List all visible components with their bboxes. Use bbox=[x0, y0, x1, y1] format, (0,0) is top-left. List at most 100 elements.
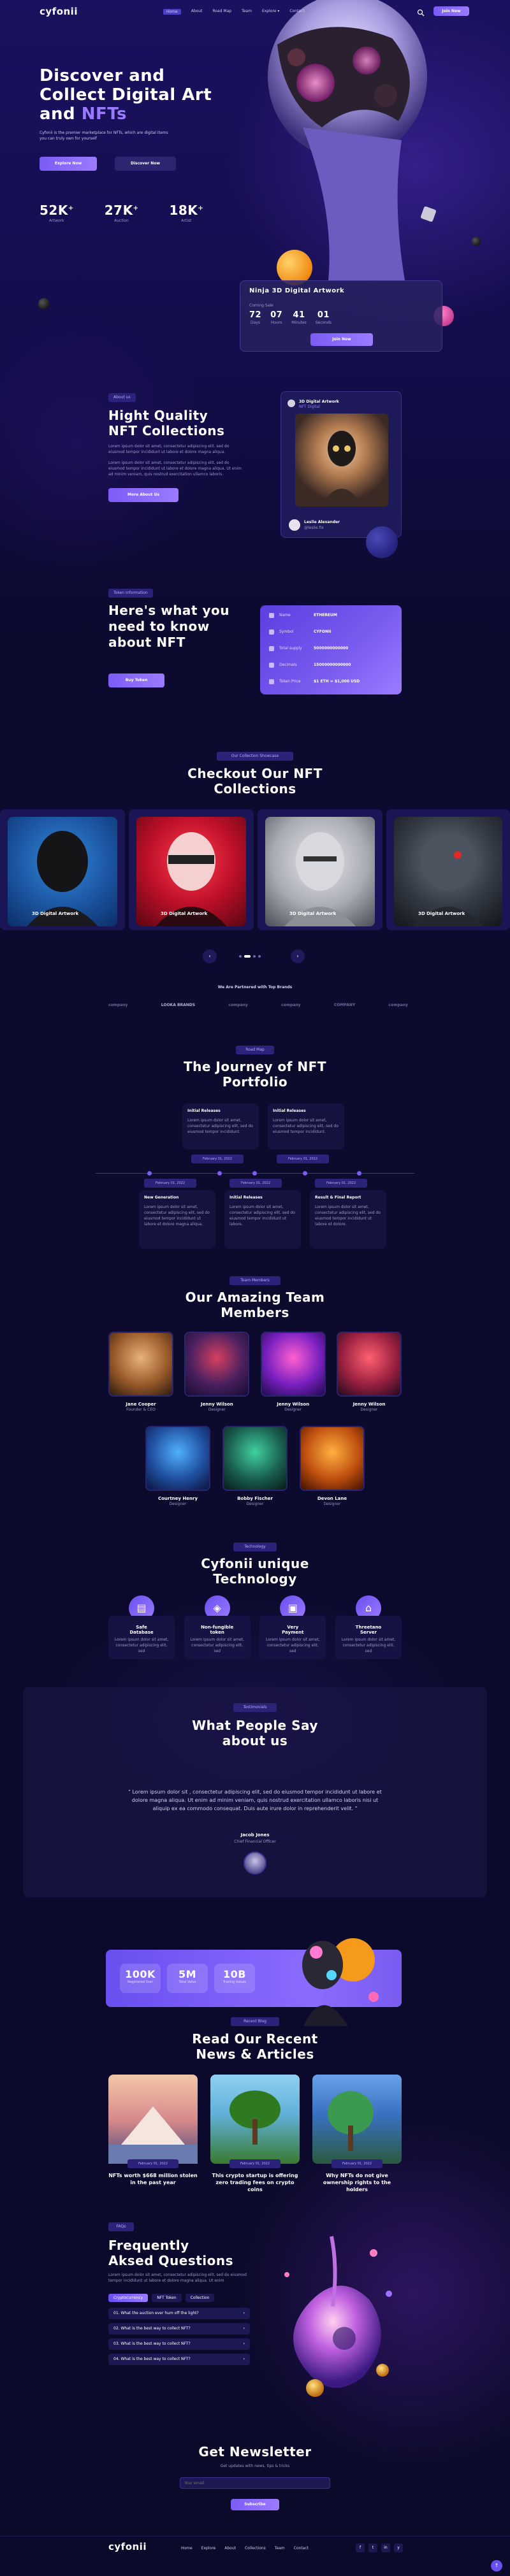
footer-link-about[interactable]: About bbox=[224, 2546, 236, 2551]
twitter-icon[interactable]: t bbox=[368, 2544, 377, 2552]
collection-card[interactable]: 3D Digital Artwork bbox=[129, 809, 254, 930]
brand-logo[interactable]: cyfonii bbox=[40, 6, 78, 17]
scroll-to-top-button[interactable]: ↑ bbox=[491, 2560, 502, 2572]
member-role: Designer bbox=[246, 1502, 264, 1506]
tech-item-desc: Lorem ipsum dolor sit amet, consectetur … bbox=[341, 1637, 396, 1653]
tab-cryptocurrency[interactable]: Cryptocurrency bbox=[108, 2294, 149, 2302]
blog-post[interactable]: February 01, 2022 This crypto startup is… bbox=[210, 2075, 300, 2193]
timer-value: 72 bbox=[249, 310, 262, 320]
timer-label: Minutes bbox=[291, 320, 307, 325]
faq-item[interactable]: 01. What the auction ever hum off the li… bbox=[108, 2308, 250, 2319]
timeline-dot bbox=[357, 1171, 361, 1176]
token-row-key: Decimals bbox=[279, 663, 297, 667]
faq-item[interactable]: 03. What is the best way to collect NFT?… bbox=[108, 2338, 250, 2350]
blog-post-title[interactable]: NFTs worth $668 million stolen in the pa… bbox=[108, 2172, 198, 2186]
auction-join-button[interactable]: Join Now bbox=[310, 333, 373, 346]
footer-link-contact[interactable]: Contact bbox=[294, 2546, 309, 2551]
token-row-key: Name bbox=[279, 613, 291, 617]
carousel-prev-button[interactable]: ‹ bbox=[203, 949, 217, 963]
partner-logo: company bbox=[281, 1003, 301, 1007]
carousel-dot[interactable] bbox=[253, 955, 256, 958]
chevron-right-icon: › bbox=[243, 2342, 245, 2346]
blog-post[interactable]: February 01, 2022 Why NFTs do not give o… bbox=[312, 2075, 402, 2193]
team-member[interactable]: Devon Lane Designer bbox=[300, 1426, 365, 1507]
blog-post-image bbox=[210, 2075, 300, 2164]
faq-pill: FAQs bbox=[108, 2222, 134, 2231]
tab-collection[interactable]: Collection bbox=[185, 2294, 215, 2302]
explore-now-button[interactable]: Explore Now bbox=[40, 157, 97, 171]
carousel-dot[interactable] bbox=[258, 955, 261, 958]
nav-home[interactable]: Home bbox=[163, 9, 181, 15]
blog-post[interactable]: February 01, 2022 NFTs worth $668 millio… bbox=[108, 2075, 198, 2193]
linkedin-icon[interactable]: in bbox=[381, 2544, 390, 2552]
tab-nft-token[interactable]: NFT Token bbox=[152, 2294, 182, 2302]
roadmap-title-line2: Portfolio bbox=[222, 1074, 288, 1090]
roadmap-item-title: Result & Final Report bbox=[315, 1195, 361, 1200]
collection-card[interactable]: 3D Digital Artwork bbox=[386, 809, 510, 930]
partner-logos: company LOOKA BRANDS company company COM… bbox=[108, 1003, 408, 1007]
token-row-key: Total supply bbox=[279, 646, 302, 651]
counter-value: 10B bbox=[223, 1968, 246, 1980]
footer-link-explore[interactable]: Explore bbox=[201, 2546, 216, 2551]
blog-post-title[interactable]: This crypto startup is offering zero tra… bbox=[210, 2172, 300, 2193]
nav-contact[interactable]: Contact bbox=[289, 9, 304, 15]
main-nav: Home About Road Map Team Explore ▾ Conta… bbox=[163, 9, 305, 15]
testimonial-name: Jacob Jones bbox=[240, 1832, 270, 1838]
blog-post-date: February 01, 2022 bbox=[127, 2159, 178, 2168]
roadmap-title-line1: The Journey of NFT bbox=[184, 1059, 326, 1074]
faq-item[interactable]: 02. What is the best way to collect NFT?… bbox=[108, 2323, 250, 2335]
footer-link-collections[interactable]: Collections bbox=[245, 2546, 266, 2551]
tech-item-title: Very bbox=[287, 1625, 299, 1630]
counter-label: Trading Values bbox=[222, 1980, 247, 1984]
tech-item: ⌂ Threetano Server Lorem ipsum dolor sit… bbox=[335, 1595, 402, 1659]
buy-token-button[interactable]: Buy Token bbox=[108, 673, 164, 687]
team-member[interactable]: Jenny Wilson Designer bbox=[260, 1332, 326, 1413]
team-member[interactable]: Jenny Wilson Designer bbox=[184, 1332, 250, 1413]
carousel-next-button[interactable]: › bbox=[291, 949, 305, 963]
team-member[interactable]: Jane Cooper Founder & CEO bbox=[108, 1332, 173, 1413]
about-paragraph-2: Lorem ipsum dolor sit amet, consectetur … bbox=[108, 461, 242, 477]
member-name: Bobby Fischer bbox=[237, 1496, 273, 1501]
youtube-icon[interactable]: y bbox=[394, 2544, 403, 2552]
newsletter-email-input[interactable] bbox=[184, 2479, 280, 2487]
team-member[interactable]: Bobby Fischer Designer bbox=[222, 1426, 288, 1507]
creator-avatar bbox=[289, 519, 300, 531]
hero-auction-card: Ninja 3D Digital Artwork Coming Sale 72 D… bbox=[240, 280, 442, 352]
team-member[interactable]: Courtney Henry Designer bbox=[145, 1426, 210, 1507]
roadmap-item-desc: Lorem ipsum dolor sit amet, consectetur … bbox=[144, 1205, 210, 1227]
carousel-dot[interactable] bbox=[244, 955, 251, 958]
faq-item[interactable]: 04. What is the best way to collect NFT?… bbox=[108, 2354, 250, 2365]
roadmap-date: February 01, 2022 bbox=[277, 1155, 329, 1163]
blog-post-title[interactable]: Why NFTs do not give ownership rights to… bbox=[312, 2172, 402, 2193]
nav-roadmap[interactable]: Road Map bbox=[212, 9, 231, 15]
facebook-icon[interactable]: f bbox=[356, 2544, 365, 2552]
discover-now-button[interactable]: Discover Now bbox=[115, 157, 176, 171]
carousel-dot[interactable] bbox=[239, 955, 242, 958]
info-title-line2: need to know bbox=[108, 619, 210, 634]
countdown-timer: 72 Days 07 Hours 41 Minutes 01 Seconds bbox=[249, 310, 332, 326]
more-about-button[interactable]: More About Us bbox=[108, 488, 178, 502]
collection-card[interactable]: 3D Digital Artwork bbox=[258, 809, 382, 930]
subscribe-button[interactable]: Subscribe bbox=[231, 2499, 279, 2510]
team-member[interactable]: Jenny Wilson Designer bbox=[336, 1332, 402, 1413]
member-name: Jenny Wilson bbox=[200, 1402, 233, 1407]
tech-item: ▤ Safe Database Lorem ipsum dolor sit am… bbox=[108, 1595, 175, 1659]
token-row: Name ETHEREUM bbox=[269, 613, 337, 618]
timeline-dot bbox=[217, 1171, 222, 1176]
collection-card[interactable]: 3D Digital Artwork bbox=[0, 809, 125, 930]
member-photo bbox=[145, 1426, 210, 1491]
member-role: Designer bbox=[284, 1407, 302, 1412]
nav-about[interactable]: About bbox=[191, 9, 203, 15]
footer-link-home[interactable]: Home bbox=[181, 2546, 193, 2551]
stat-value: 27K bbox=[104, 203, 133, 218]
join-now-button[interactable]: Join Now bbox=[433, 6, 469, 16]
footer-link-team[interactable]: Team bbox=[275, 2546, 285, 2551]
nav-team[interactable]: Team bbox=[242, 9, 252, 15]
search-icon[interactable] bbox=[417, 7, 425, 17]
nav-explore[interactable]: Explore ▾ bbox=[262, 9, 279, 15]
tech-item-card: Threetano Server Lorem ipsum dolor sit a… bbox=[335, 1616, 402, 1659]
token-row-value: CYFONII bbox=[314, 630, 332, 634]
partners-title: We Are Partnered with Top Brands bbox=[217, 985, 293, 989]
footer-logo[interactable]: cyfonii bbox=[108, 2541, 147, 2552]
roadmap-date: February 01, 2022 bbox=[191, 1155, 244, 1163]
